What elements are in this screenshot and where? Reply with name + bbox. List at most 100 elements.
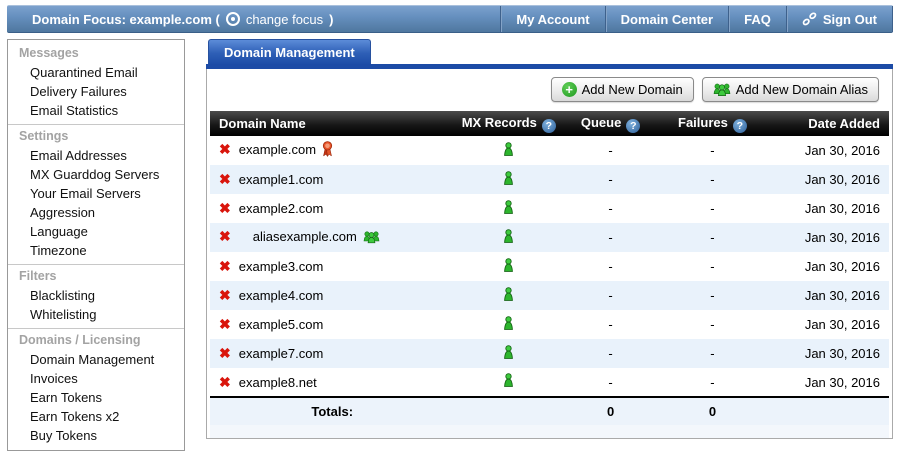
date-added: Jan 30, 2016: [767, 368, 889, 397]
change-focus-link[interactable]: change focus: [246, 12, 323, 27]
domain-focus: Domain Focus: example.com ( change focus…: [7, 6, 334, 32]
failures-value: -: [658, 136, 767, 165]
domain-management-panel: + Add New Domain: [206, 69, 893, 439]
main-area: Domain Management + Add New Domain: [206, 39, 893, 439]
domain-name: example8.net: [239, 375, 317, 390]
domain-name: example7.com: [239, 346, 324, 361]
queue-value: -: [563, 252, 658, 281]
table-header-row: Domain Name MX Records? Queue? Failures?: [210, 111, 889, 136]
col-date-added: Date Added: [767, 111, 889, 136]
domain-row-example8-net: ✖example8.net--Jan 30, 2016: [210, 368, 889, 397]
mx-status-person-icon[interactable]: [502, 316, 515, 334]
sidebar: MessagesQuarantined EmailDelivery Failur…: [7, 39, 185, 451]
domain-name: example.com: [239, 142, 316, 157]
content-layout: MessagesQuarantined EmailDelivery Failur…: [7, 39, 893, 451]
certified-ribbon-icon: [322, 145, 333, 160]
date-added: Jan 30, 2016: [767, 252, 889, 281]
nav-domain-center[interactable]: Domain Center: [605, 6, 728, 32]
queue-value: -: [563, 310, 658, 339]
mx-status-person-icon[interactable]: [502, 345, 515, 363]
sidebar-item-timezone[interactable]: Timezone: [8, 241, 184, 260]
date-added: Jan 30, 2016: [767, 339, 889, 368]
delete-domain-icon[interactable]: ✖: [219, 141, 231, 157]
change-focus-icon[interactable]: [226, 12, 240, 26]
totals-failures: 0: [658, 397, 767, 425]
mx-status-person-icon[interactable]: [502, 171, 515, 189]
nav-my-account[interactable]: My Account: [500, 6, 604, 32]
button-label: Add New Domain: [582, 82, 683, 97]
domain-row-example5-com: ✖example5.com--Jan 30, 2016: [210, 310, 889, 339]
panel-bottom-spacer: [210, 425, 889, 438]
domain-row-example2-com: ✖example2.com--Jan 30, 2016: [210, 194, 889, 223]
domain-name: example3.com: [239, 259, 324, 274]
delete-domain-icon[interactable]: ✖: [219, 258, 231, 274]
broken-link-icon: [802, 12, 817, 26]
nav-sign-out[interactable]: Sign Out: [786, 6, 893, 32]
mx-status-person-icon[interactable]: [502, 287, 515, 305]
sidebar-item-blacklisting[interactable]: Blacklisting: [8, 286, 184, 305]
top-bar: Domain Focus: example.com ( change focus…: [7, 5, 893, 33]
date-added: Jan 30, 2016: [767, 165, 889, 194]
add-new-domain-button[interactable]: + Add New Domain: [551, 77, 694, 102]
domain-row-example-com: ✖example.com--Jan 30, 2016: [210, 136, 889, 165]
nav-label: My Account: [516, 12, 589, 27]
queue-value: -: [563, 194, 658, 223]
sidebar-item-aggression[interactable]: Aggression: [8, 203, 184, 222]
domain-row-example4-com: ✖example4.com--Jan 30, 2016: [210, 281, 889, 310]
domain-name: example4.com: [239, 288, 324, 303]
failures-value: -: [658, 223, 767, 252]
help-icon[interactable]: ?: [733, 119, 747, 133]
queue-value: -: [563, 136, 658, 165]
column-label: Queue: [581, 115, 621, 130]
mx-status-person-icon[interactable]: [502, 200, 515, 218]
queue-value: -: [563, 223, 658, 252]
add-new-domain-alias-button[interactable]: Add New Domain Alias: [702, 77, 879, 102]
delete-domain-icon[interactable]: ✖: [219, 287, 231, 303]
column-label: Date Added: [808, 116, 880, 131]
domain-row-example7-com: ✖example7.com--Jan 30, 2016: [210, 339, 889, 368]
delete-domain-icon[interactable]: ✖: [219, 374, 231, 390]
top-nav: My Account Domain Center FAQ Sign Out: [500, 6, 893, 32]
column-label: MX Records: [462, 115, 537, 130]
alias-group-icon: [363, 232, 380, 247]
mx-status-person-icon[interactable]: [502, 373, 515, 391]
sidebar-item-buy-tokens[interactable]: Buy Tokens: [8, 426, 184, 445]
delete-domain-icon[interactable]: ✖: [219, 200, 231, 216]
sidebar-item-your-email-servers[interactable]: Your Email Servers: [8, 184, 184, 203]
sidebar-item-earn-tokens-x2[interactable]: Earn Tokens x2: [8, 407, 184, 426]
help-icon[interactable]: ?: [542, 119, 556, 133]
help-icon[interactable]: ?: [626, 119, 640, 133]
sidebar-section-settings: Settings: [8, 125, 184, 146]
mx-status-person-icon[interactable]: [502, 229, 515, 247]
sidebar-item-delivery-failures[interactable]: Delivery Failures: [8, 82, 184, 101]
sidebar-item-mx-guarddog-servers[interactable]: MX Guarddog Servers: [8, 165, 184, 184]
column-label: Domain Name: [219, 116, 306, 131]
delete-domain-icon[interactable]: ✖: [219, 228, 231, 244]
nav-label: FAQ: [744, 12, 771, 27]
failures-value: -: [658, 165, 767, 194]
sidebar-item-whitelisting[interactable]: Whitelisting: [8, 305, 184, 324]
delete-domain-icon[interactable]: ✖: [219, 171, 231, 187]
date-added: Jan 30, 2016: [767, 223, 889, 252]
failures-value: -: [658, 194, 767, 223]
sidebar-section-domains-licensing: Domains / Licensing: [8, 329, 184, 350]
failures-value: -: [658, 281, 767, 310]
tab-domain-management[interactable]: Domain Management: [208, 39, 371, 64]
mx-status-person-icon[interactable]: [502, 142, 515, 160]
column-label: Failures: [678, 115, 728, 130]
sidebar-item-quarantined-email[interactable]: Quarantined Email: [8, 63, 184, 82]
col-mx-records: MX Records?: [454, 111, 563, 136]
totals-queue: 0: [563, 397, 658, 425]
delete-domain-icon[interactable]: ✖: [219, 345, 231, 361]
sidebar-item-domain-management[interactable]: Domain Management: [8, 350, 184, 369]
nav-faq[interactable]: FAQ: [728, 6, 786, 32]
sidebar-item-email-statistics[interactable]: Email Statistics: [8, 101, 184, 120]
sidebar-item-earn-tokens[interactable]: Earn Tokens: [8, 388, 184, 407]
mx-status-person-icon[interactable]: [502, 258, 515, 276]
sidebar-item-invoices[interactable]: Invoices: [8, 369, 184, 388]
sidebar-section-messages: Messages: [8, 42, 184, 63]
delete-domain-icon[interactable]: ✖: [219, 316, 231, 332]
totals-label: Totals:: [210, 397, 454, 425]
sidebar-item-email-addresses[interactable]: Email Addresses: [8, 146, 184, 165]
sidebar-item-language[interactable]: Language: [8, 222, 184, 241]
